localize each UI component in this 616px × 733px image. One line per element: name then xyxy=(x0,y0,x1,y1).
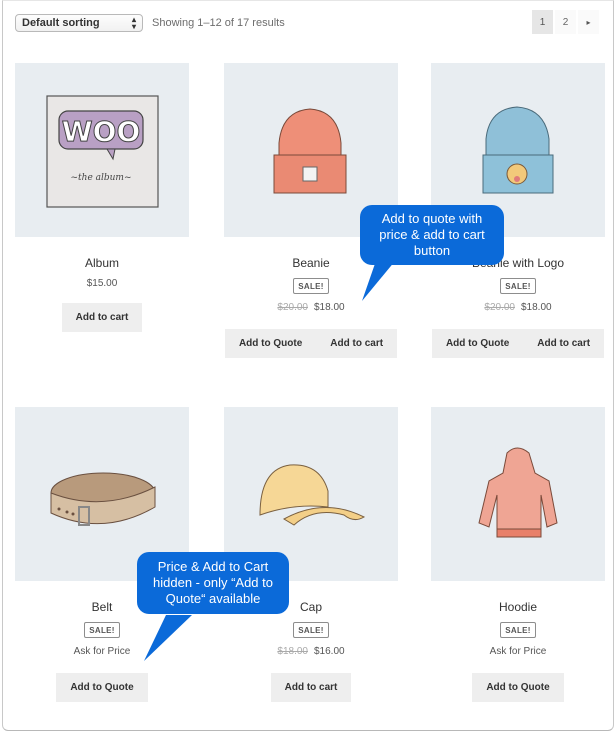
product-hoodie: Hoodie SALE! Ask for Price Add to Quote xyxy=(431,407,605,702)
add-to-cart-button[interactable]: Add to cart xyxy=(270,673,352,702)
sale-badge: SALE! xyxy=(500,622,536,638)
add-to-quote-button[interactable]: Add to Quote xyxy=(472,673,564,702)
pagination: 1 2 ▸ xyxy=(532,10,599,34)
regular-price: $20.00 xyxy=(277,302,308,313)
sale-badge: SALE! xyxy=(84,622,120,638)
sale-badge: SALE! xyxy=(293,622,329,638)
product-album: WOO ~the album~ Album $15.00 Add to cart xyxy=(15,63,189,332)
woo-album-icon: WOO ~the album~ xyxy=(46,95,159,208)
add-to-quote-button[interactable]: Add to Quote xyxy=(431,329,524,358)
add-to-cart-button[interactable]: Add to cart xyxy=(61,303,143,332)
regular-price: $18.00 xyxy=(277,646,308,657)
page-2[interactable]: 2 xyxy=(555,10,576,34)
sort-selected-value: Default sorting xyxy=(22,17,100,29)
product-image[interactable] xyxy=(431,407,605,581)
product-price: Ask for Price xyxy=(489,646,547,657)
sale-badge: SALE! xyxy=(293,278,329,294)
add-to-quote-button[interactable]: Add to Quote xyxy=(224,329,317,358)
sale-price: $18.00 xyxy=(314,302,345,313)
result-count: Showing 1–12 of 17 results xyxy=(152,17,285,29)
svg-text:WOO: WOO xyxy=(62,115,141,148)
product-price: $18.00 $16.00 xyxy=(224,646,398,660)
add-to-cart-button[interactable]: Add to cart xyxy=(316,329,398,358)
sale-price: $16.00 xyxy=(314,646,345,657)
svg-text:~the album~: ~the album~ xyxy=(70,173,131,183)
sale-price: $18.00 xyxy=(521,302,552,313)
select-arrows-icon: ▴ ▾ xyxy=(131,15,136,31)
sale-badge: SALE! xyxy=(500,278,536,294)
product-image[interactable]: WOO ~the album~ xyxy=(15,63,189,237)
callout-quote-with-price: Add to quote with price & add to cart bu… xyxy=(360,205,504,265)
product-price: $20.00 $18.00 xyxy=(431,302,605,316)
product-title[interactable]: Album xyxy=(15,256,189,272)
next-page-icon[interactable]: ▸ xyxy=(578,10,599,34)
sort-select[interactable]: Default sorting ▴ ▾ xyxy=(15,14,143,32)
product-price: $15.00 xyxy=(86,278,118,289)
callout-pointer-icon xyxy=(144,615,192,661)
hoodie-icon xyxy=(478,447,558,538)
regular-price: $20.00 xyxy=(484,302,515,313)
page-1[interactable]: 1 xyxy=(532,10,553,34)
add-to-quote-button[interactable]: Add to Quote xyxy=(56,673,148,702)
product-title[interactable]: Hoodie xyxy=(431,600,605,616)
add-to-cart-button[interactable]: Add to cart xyxy=(523,329,605,358)
callout-price-hidden: Price & Add to Cart hidden - only “Add t… xyxy=(137,552,289,614)
